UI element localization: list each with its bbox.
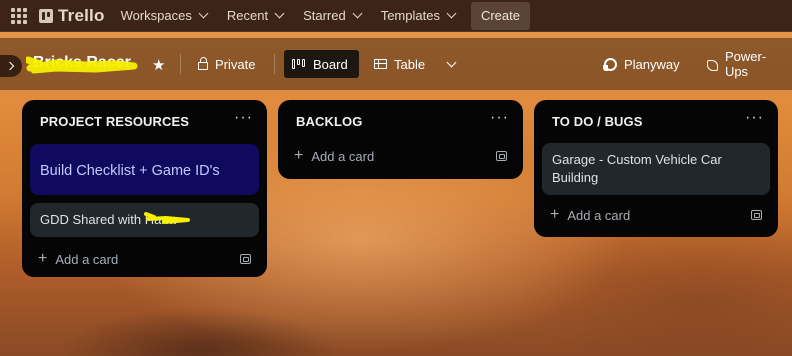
- create-button[interactable]: Create: [470, 1, 530, 30]
- list-backlog: BACKLOG ··· + Add a card: [278, 100, 523, 179]
- planyway-icon: [603, 57, 617, 71]
- add-card-row: + Add a card: [286, 142, 515, 170]
- templates-label: Templates: [380, 8, 440, 23]
- add-card-button[interactable]: + Add a card: [294, 148, 374, 164]
- list-title[interactable]: PROJECT RESOURCES: [40, 114, 189, 129]
- add-card-label: Add a card: [311, 148, 375, 164]
- list-header: TO DO / BUGS ···: [542, 108, 770, 134]
- list-title[interactable]: BACKLOG: [296, 114, 362, 129]
- view-table-button[interactable]: Table: [366, 50, 433, 78]
- list-menu-icon[interactable]: ···: [234, 110, 253, 126]
- view-table-label: Table: [394, 56, 426, 72]
- visibility-label: Private: [215, 56, 256, 72]
- recent-menu[interactable]: Recent: [217, 2, 293, 30]
- workspaces-menu[interactable]: Workspaces: [111, 2, 217, 30]
- divider: [274, 54, 275, 74]
- rocket-icon: [706, 58, 718, 71]
- plus-icon: +: [38, 250, 48, 267]
- list-title[interactable]: TO DO / BUGS: [552, 114, 643, 129]
- starred-label: Starred: [303, 8, 346, 23]
- trello-logo[interactable]: Trello: [39, 6, 105, 26]
- star-board-icon[interactable]: ★: [152, 56, 165, 74]
- view-board-label: Board: [313, 56, 348, 72]
- logo-text: Trello: [58, 5, 105, 25]
- card-gdd-shared[interactable]: GDD Shared with Hana: [30, 203, 259, 237]
- plus-icon: +: [294, 147, 304, 164]
- plus-icon: +: [550, 206, 560, 223]
- app-switcher-icon[interactable]: [11, 7, 27, 24]
- card-template-icon[interactable]: [240, 254, 251, 264]
- power-ups-label: Power-Ups: [724, 49, 767, 79]
- card-build-checklist[interactable]: Build Checklist + Game ID's: [30, 144, 259, 195]
- chevron-down-icon: [446, 8, 457, 19]
- templates-menu[interactable]: Templates: [371, 2, 465, 30]
- list-todo-bugs: TO DO / BUGS ··· Garage - Custom Vehicle…: [534, 100, 778, 237]
- chevron-down-icon: [352, 8, 363, 19]
- card-title: Garage - Custom Vehicle Car Building: [552, 152, 722, 185]
- card-template-icon[interactable]: [751, 210, 762, 220]
- add-card-label: Add a card: [567, 207, 631, 223]
- add-card-row: + Add a card: [542, 201, 770, 229]
- more-views-button[interactable]: [440, 50, 463, 78]
- chevron-down-icon: [274, 8, 285, 19]
- planyway-button[interactable]: Planyway: [596, 50, 688, 78]
- divider: [180, 54, 181, 74]
- chevron-down-icon: [198, 8, 209, 19]
- power-ups-button[interactable]: Power-Ups: [698, 49, 792, 79]
- chevron-right-icon: [5, 61, 15, 71]
- list-project-resources: PROJECT RESOURCES ··· Build Checklist + …: [22, 100, 267, 277]
- workspaces-label: Workspaces: [120, 8, 192, 23]
- list-menu-icon[interactable]: ···: [745, 110, 764, 126]
- trello-logo-icon: [39, 8, 53, 23]
- recent-label: Recent: [226, 8, 269, 23]
- card-garage-custom-vehicle[interactable]: Garage - Custom Vehicle Car Building: [542, 143, 770, 195]
- add-card-button[interactable]: + Add a card: [550, 207, 630, 223]
- card-template-icon[interactable]: [496, 151, 507, 161]
- sidebar-toggle-button[interactable]: [0, 55, 22, 77]
- board-view-icon: [292, 59, 306, 69]
- list-header: BACKLOG ···: [286, 108, 515, 134]
- board-header-bar: Bricks Racer ★ Private Board Table Plany…: [0, 38, 792, 90]
- table-view-icon: [374, 59, 387, 69]
- add-card-label: Add a card: [55, 251, 119, 267]
- list-header: PROJECT RESOURCES ···: [30, 108, 259, 134]
- board-title[interactable]: Bricks Racer: [33, 54, 131, 72]
- view-board-button[interactable]: Board: [284, 50, 359, 78]
- starred-menu[interactable]: Starred: [293, 2, 371, 30]
- top-navigation-bar: Trello Workspaces Recent Starred Templat…: [0, 0, 792, 32]
- planyway-label: Planyway: [624, 56, 680, 72]
- card-title: GDD Shared with Hana: [40, 212, 176, 227]
- visibility-button[interactable]: Private: [190, 50, 263, 78]
- chevron-down-icon: [446, 57, 457, 67]
- lock-icon: [198, 57, 208, 70]
- add-card-row: + Add a card: [30, 245, 259, 273]
- card-title: Build Checklist + Game ID's: [40, 163, 220, 179]
- add-card-button[interactable]: + Add a card: [38, 251, 118, 267]
- list-menu-icon[interactable]: ···: [490, 110, 509, 126]
